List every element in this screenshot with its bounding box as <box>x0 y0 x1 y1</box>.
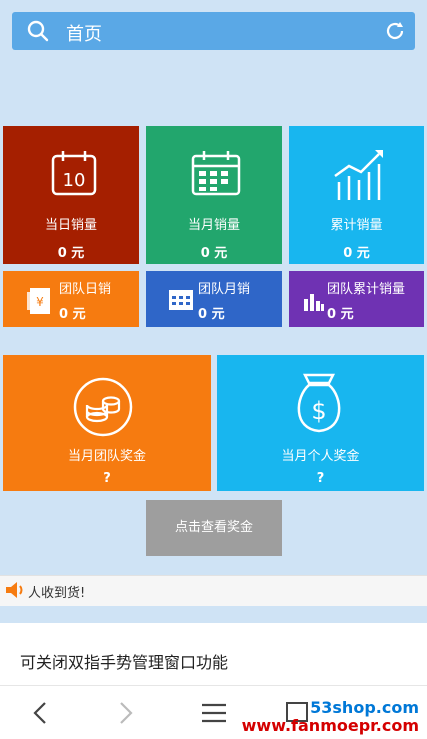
yuan-note-icon: ¥ <box>25 286 53 320</box>
team-daily-label: 团队日销 <box>59 282 112 297</box>
tile-daily-sales[interactable]: 10 当日销量 0 元 <box>3 126 139 264</box>
calendar-grid-icon <box>190 148 242 202</box>
tile-monthly-sales[interactable]: 当月销量 0 元 <box>146 126 282 264</box>
team-bonus-value: ? <box>103 471 111 486</box>
search-bar[interactable]: 首页 <box>12 12 415 50</box>
page-title: 首页 <box>66 24 102 45</box>
watermark-site: 53shop.com <box>310 698 419 717</box>
back-icon[interactable] <box>30 700 50 730</box>
daily-sales-value: 0 元 <box>57 246 85 261</box>
svg-text:¥: ¥ <box>36 295 44 309</box>
team-total-label: 团队累计销量 <box>327 282 406 297</box>
team-monthly-value: 0 元 <box>198 307 225 322</box>
tip-text: 可关闭双指手势管理窗口功能 <box>20 653 229 672</box>
tip-banner: 可关闭双指手势管理窗口功能 <box>0 623 427 685</box>
calendar-day-icon: 10 <box>49 148 99 202</box>
search-icon[interactable] <box>26 19 50 47</box>
team-daily-value: 0 元 <box>59 307 86 322</box>
svg-text:$: $ <box>311 397 326 425</box>
tile-team-bonus[interactable]: 当月团队奖金 ? <box>3 355 211 491</box>
ticker-text: 人收到货! <box>28 586 86 601</box>
watermark-site2: www.fanmoepr.com <box>241 716 419 735</box>
tile-team-total[interactable]: 团队累计销量 0 元 <box>289 271 424 327</box>
calendar-day-number: 10 <box>63 170 86 191</box>
bar-chart-icon <box>303 291 325 315</box>
total-sales-label: 累计销量 <box>330 218 383 233</box>
ticker-bar: 人收到货! <box>0 575 427 606</box>
money-bag-icon: $ <box>291 373 347 439</box>
monthly-sales-label: 当月销量 <box>187 218 240 233</box>
total-sales-value: 0 元 <box>343 246 370 261</box>
coins-icon <box>73 377 133 441</box>
personal-bonus-label: 当月个人奖金 <box>281 449 360 464</box>
check-bonus-button[interactable]: 点击查看奖金 <box>146 500 282 556</box>
trend-chart-icon <box>331 146 387 206</box>
tile-team-daily[interactable]: ¥ 团队日销 0 元 <box>3 271 139 327</box>
team-bonus-label: 当月团队奖金 <box>67 449 146 464</box>
daily-sales-label: 当日销量 <box>44 218 97 233</box>
refresh-icon[interactable] <box>384 20 406 46</box>
calendar-small-icon <box>168 287 194 315</box>
forward-icon[interactable] <box>116 700 136 730</box>
browser-bottom-bar: 53shop.com www.fanmoepr.com <box>0 685 427 739</box>
personal-bonus-value: ? <box>316 471 325 486</box>
tile-total-sales[interactable]: 累计销量 0 元 <box>289 126 424 264</box>
menu-icon[interactable] <box>200 702 228 728</box>
team-total-value: 0 元 <box>327 307 354 322</box>
tile-team-monthly[interactable]: 团队月销 0 元 <box>146 271 282 327</box>
speaker-icon <box>4 580 26 604</box>
tile-personal-bonus[interactable]: $ 当月个人奖金 ? <box>217 355 424 491</box>
team-monthly-label: 团队月销 <box>198 282 251 297</box>
monthly-sales-value: 0 元 <box>200 246 228 261</box>
